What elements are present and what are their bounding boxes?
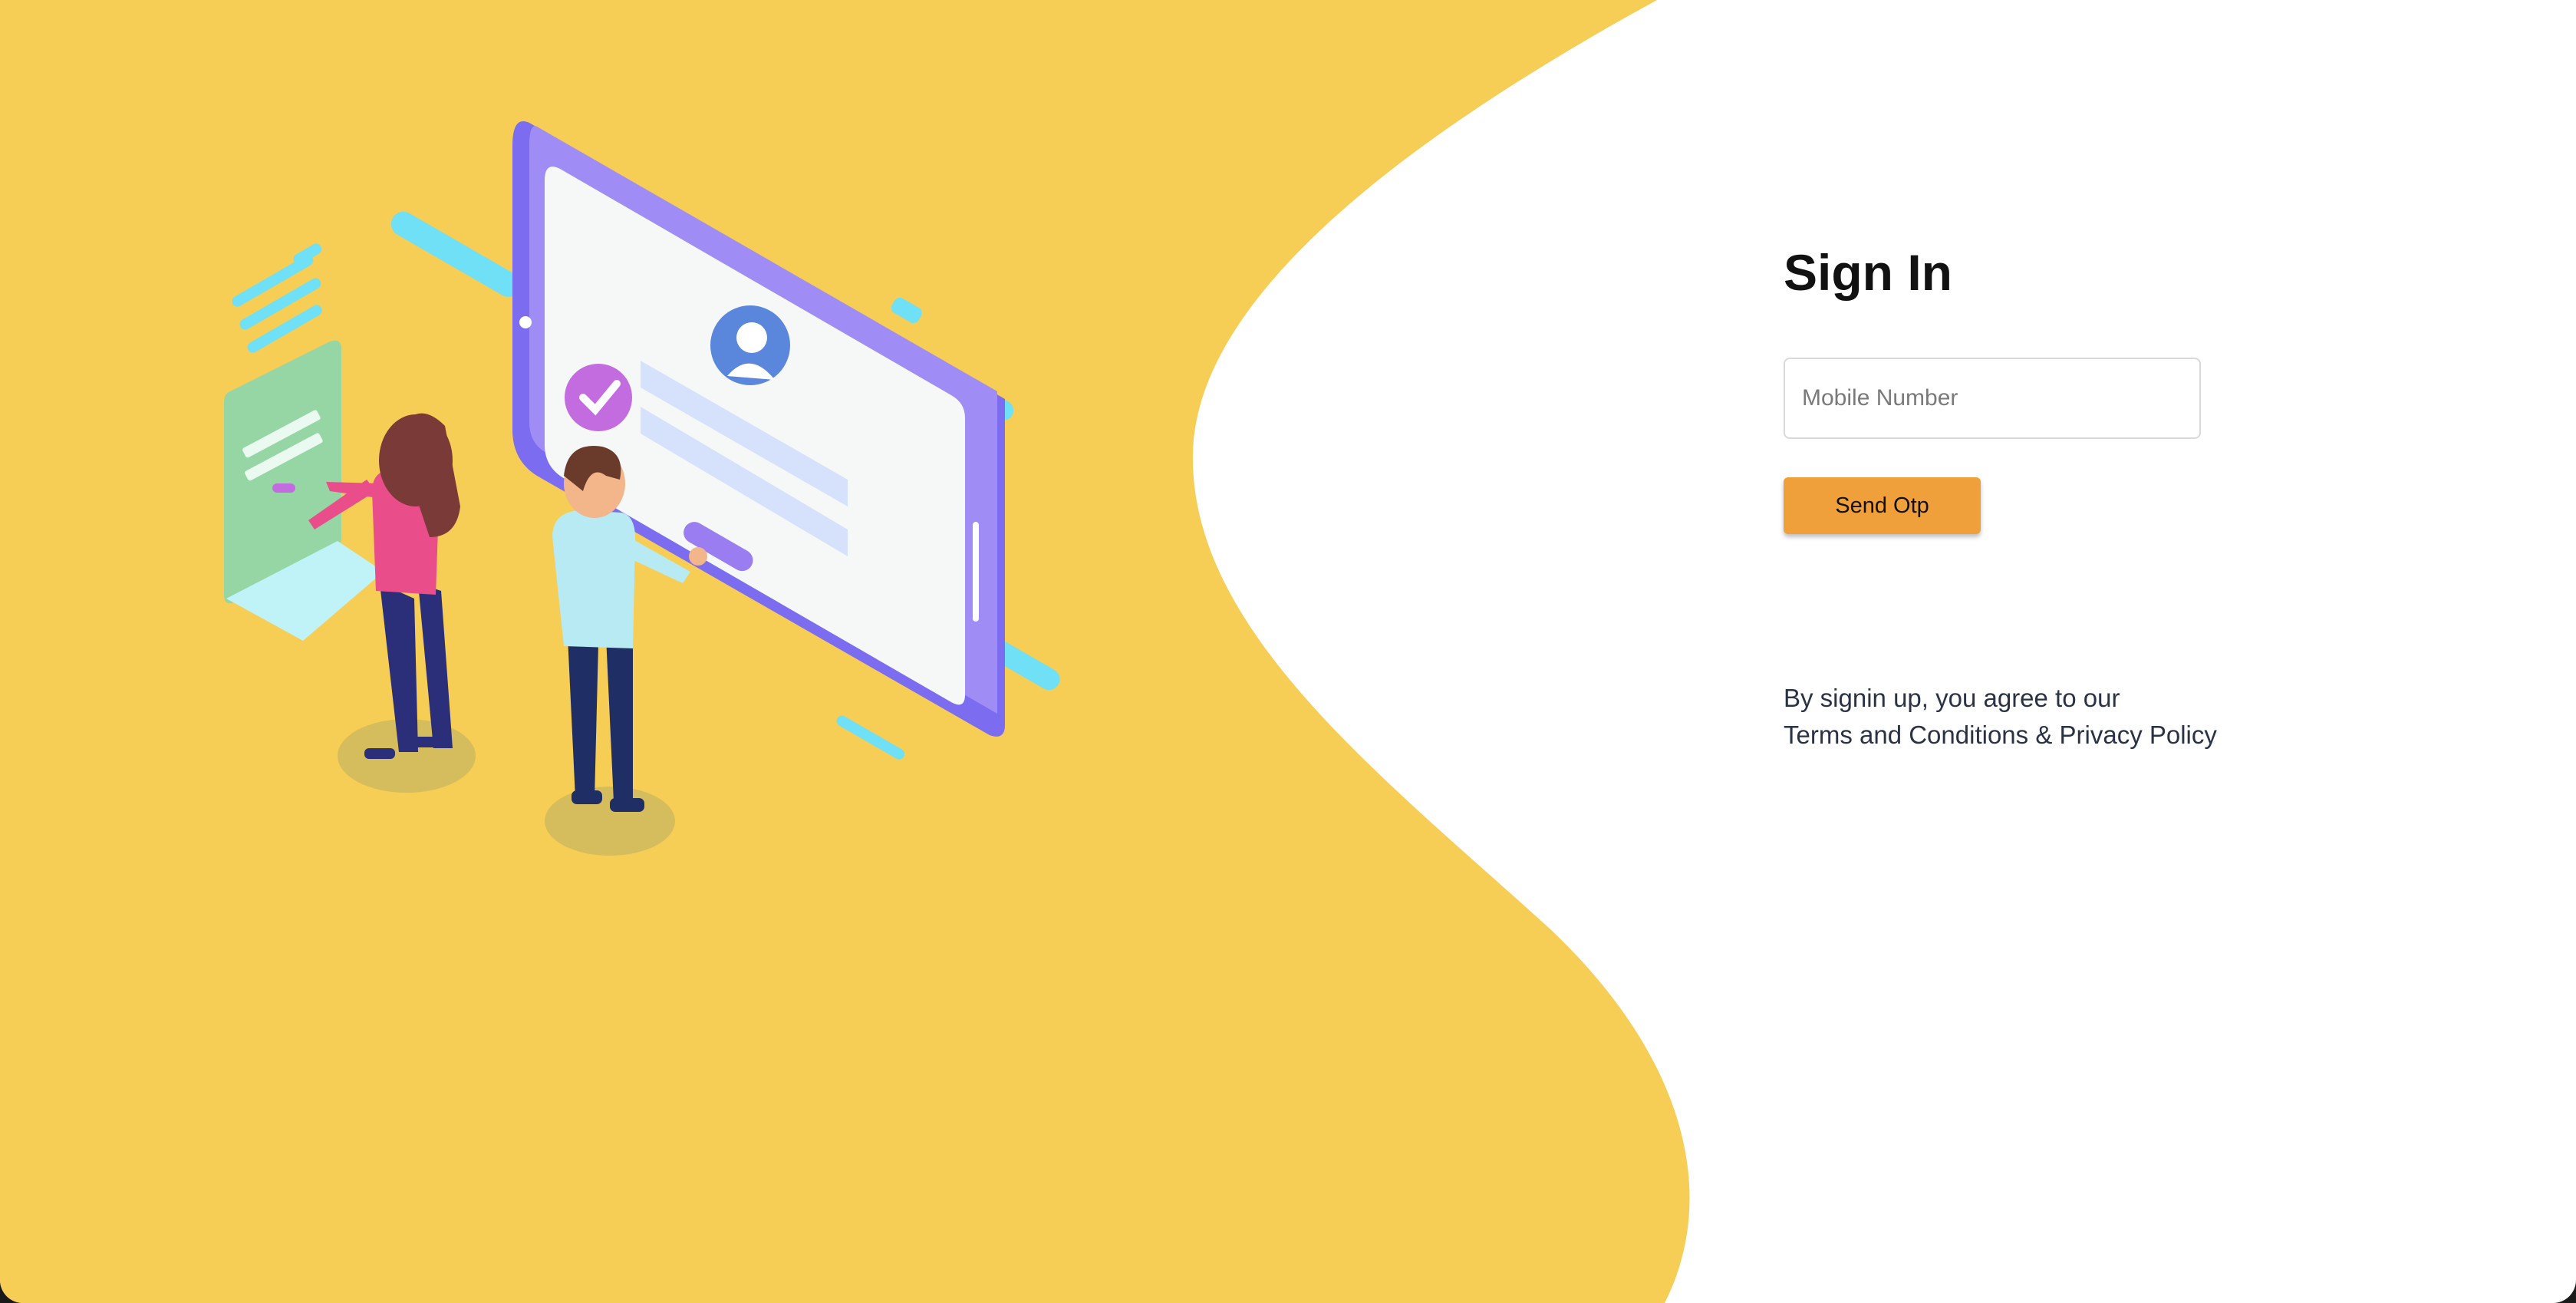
user-avatar-icon	[710, 305, 790, 385]
terms-notice: By signin up, you agree to our Terms and…	[1784, 680, 2259, 754]
checkmark-icon	[565, 364, 632, 431]
page-title: Sign In	[1784, 244, 1952, 301]
signin-illustration	[224, 121, 1060, 856]
terms-text: By signin up, you agree to our	[1784, 684, 2120, 712]
terms-privacy-link[interactable]: Terms and Conditions & Privacy Policy	[1784, 721, 2217, 749]
login-page: Sign In Send Otp By signin up, you agree…	[0, 0, 2576, 1303]
send-otp-button[interactable]: Send Otp	[1784, 477, 1981, 534]
mobile-number-input[interactable]	[1784, 358, 2201, 439]
